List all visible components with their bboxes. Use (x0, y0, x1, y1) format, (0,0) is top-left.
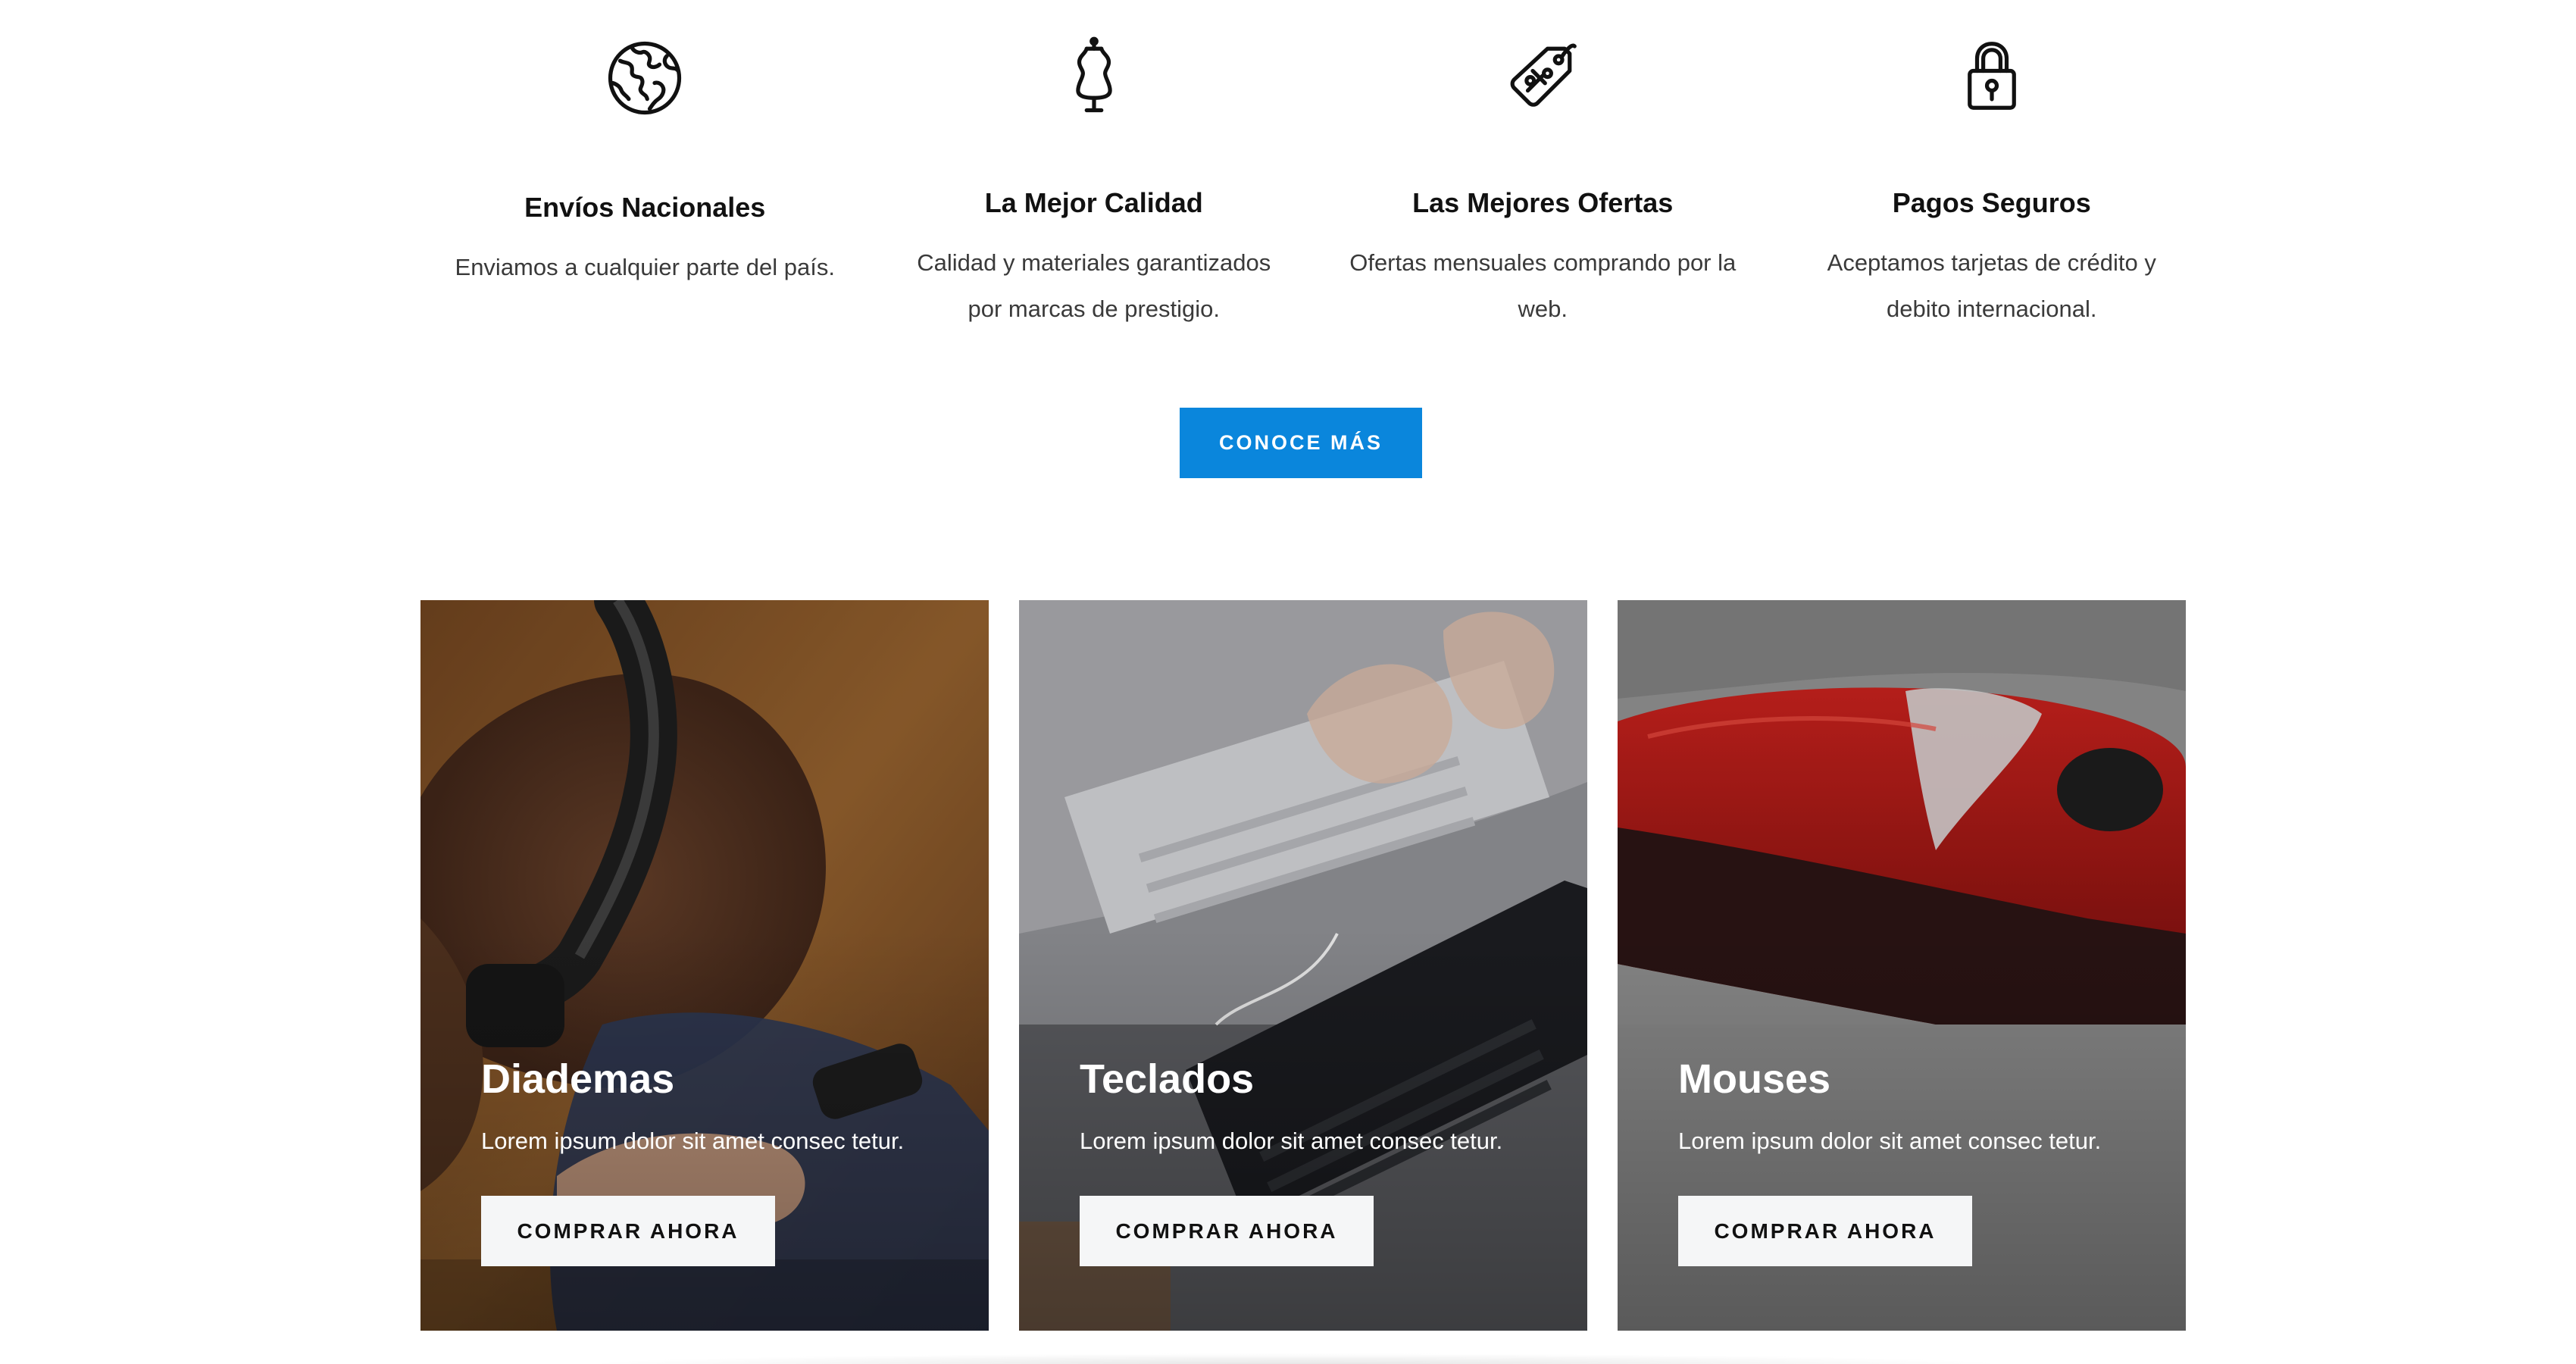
mannequin-icon (1052, 36, 1136, 115)
globe-icon (603, 36, 686, 120)
feature-description: Enviamos a cualquier parte del país. (455, 254, 835, 280)
card-title: Mouses (1678, 1056, 1831, 1102)
card-content: Teclados Lorem ipsum dolor sit amet cons… (1080, 1055, 1565, 1266)
feature-title: Pagos Seguros (1892, 187, 2091, 218)
price-tag-icon (1501, 36, 1584, 115)
card-title: Teclados (1080, 1056, 1255, 1102)
conoce-mas-button[interactable]: CONOCE MÁS (1180, 408, 1422, 478)
feature-offers: Las Mejores Ofertas Ofertas mensuales co… (1318, 36, 1768, 322)
card-text: Lorem ipsum dolor sit amet consec tetur. (1678, 1128, 2102, 1154)
feature-description: Calidad y materiales garantizados por ma… (917, 249, 1271, 322)
section-shadow (576, 1353, 2015, 1364)
padlock-icon (1950, 36, 2034, 115)
feature-payments: Pagos Seguros Aceptamos tarjetas de créd… (1768, 36, 2217, 322)
page: Envíos Nacionales Enviamos a cualquier p… (0, 0, 2576, 1364)
category-card-mouses[interactable]: Mouses Lorem ipsum dolor sit amet consec… (1618, 600, 2186, 1331)
card-content: Mouses Lorem ipsum dolor sit amet consec… (1678, 1055, 2163, 1266)
feature-description: Ofertas mensuales comprando por la web. (1349, 249, 1737, 322)
feature-title: Envíos Nacionales (524, 192, 766, 223)
features-row: Envíos Nacionales Enviamos a cualquier p… (420, 36, 2217, 322)
card-content: Diademas Lorem ipsum dolor sit amet cons… (481, 1055, 966, 1266)
comprar-ahora-button[interactable]: COMPRAR AHORA (1678, 1196, 1972, 1266)
product-categories: Diademas Lorem ipsum dolor sit amet cons… (420, 600, 2186, 1331)
card-text: Lorem ipsum dolor sit amet consec tetur. (1080, 1128, 1503, 1154)
category-card-teclados[interactable]: Teclados Lorem ipsum dolor sit amet cons… (1019, 600, 1587, 1331)
card-title: Diademas (481, 1056, 675, 1102)
feature-quality: La Mejor Calidad Calidad y materiales ga… (870, 36, 1319, 322)
feature-description: Aceptamos tarjetas de crédito y debito i… (1827, 249, 2156, 322)
card-text: Lorem ipsum dolor sit amet consec tetur. (481, 1128, 905, 1154)
feature-shipping: Envíos Nacionales Enviamos a cualquier p… (420, 36, 870, 309)
comprar-ahora-button[interactable]: COMPRAR AHORA (1080, 1196, 1374, 1266)
feature-title: Las Mejores Ofertas (1412, 187, 1674, 218)
comprar-ahora-button[interactable]: COMPRAR AHORA (481, 1196, 775, 1266)
category-card-diademas[interactable]: Diademas Lorem ipsum dolor sit amet cons… (420, 600, 989, 1331)
feature-title: La Mejor Calidad (984, 187, 1203, 218)
